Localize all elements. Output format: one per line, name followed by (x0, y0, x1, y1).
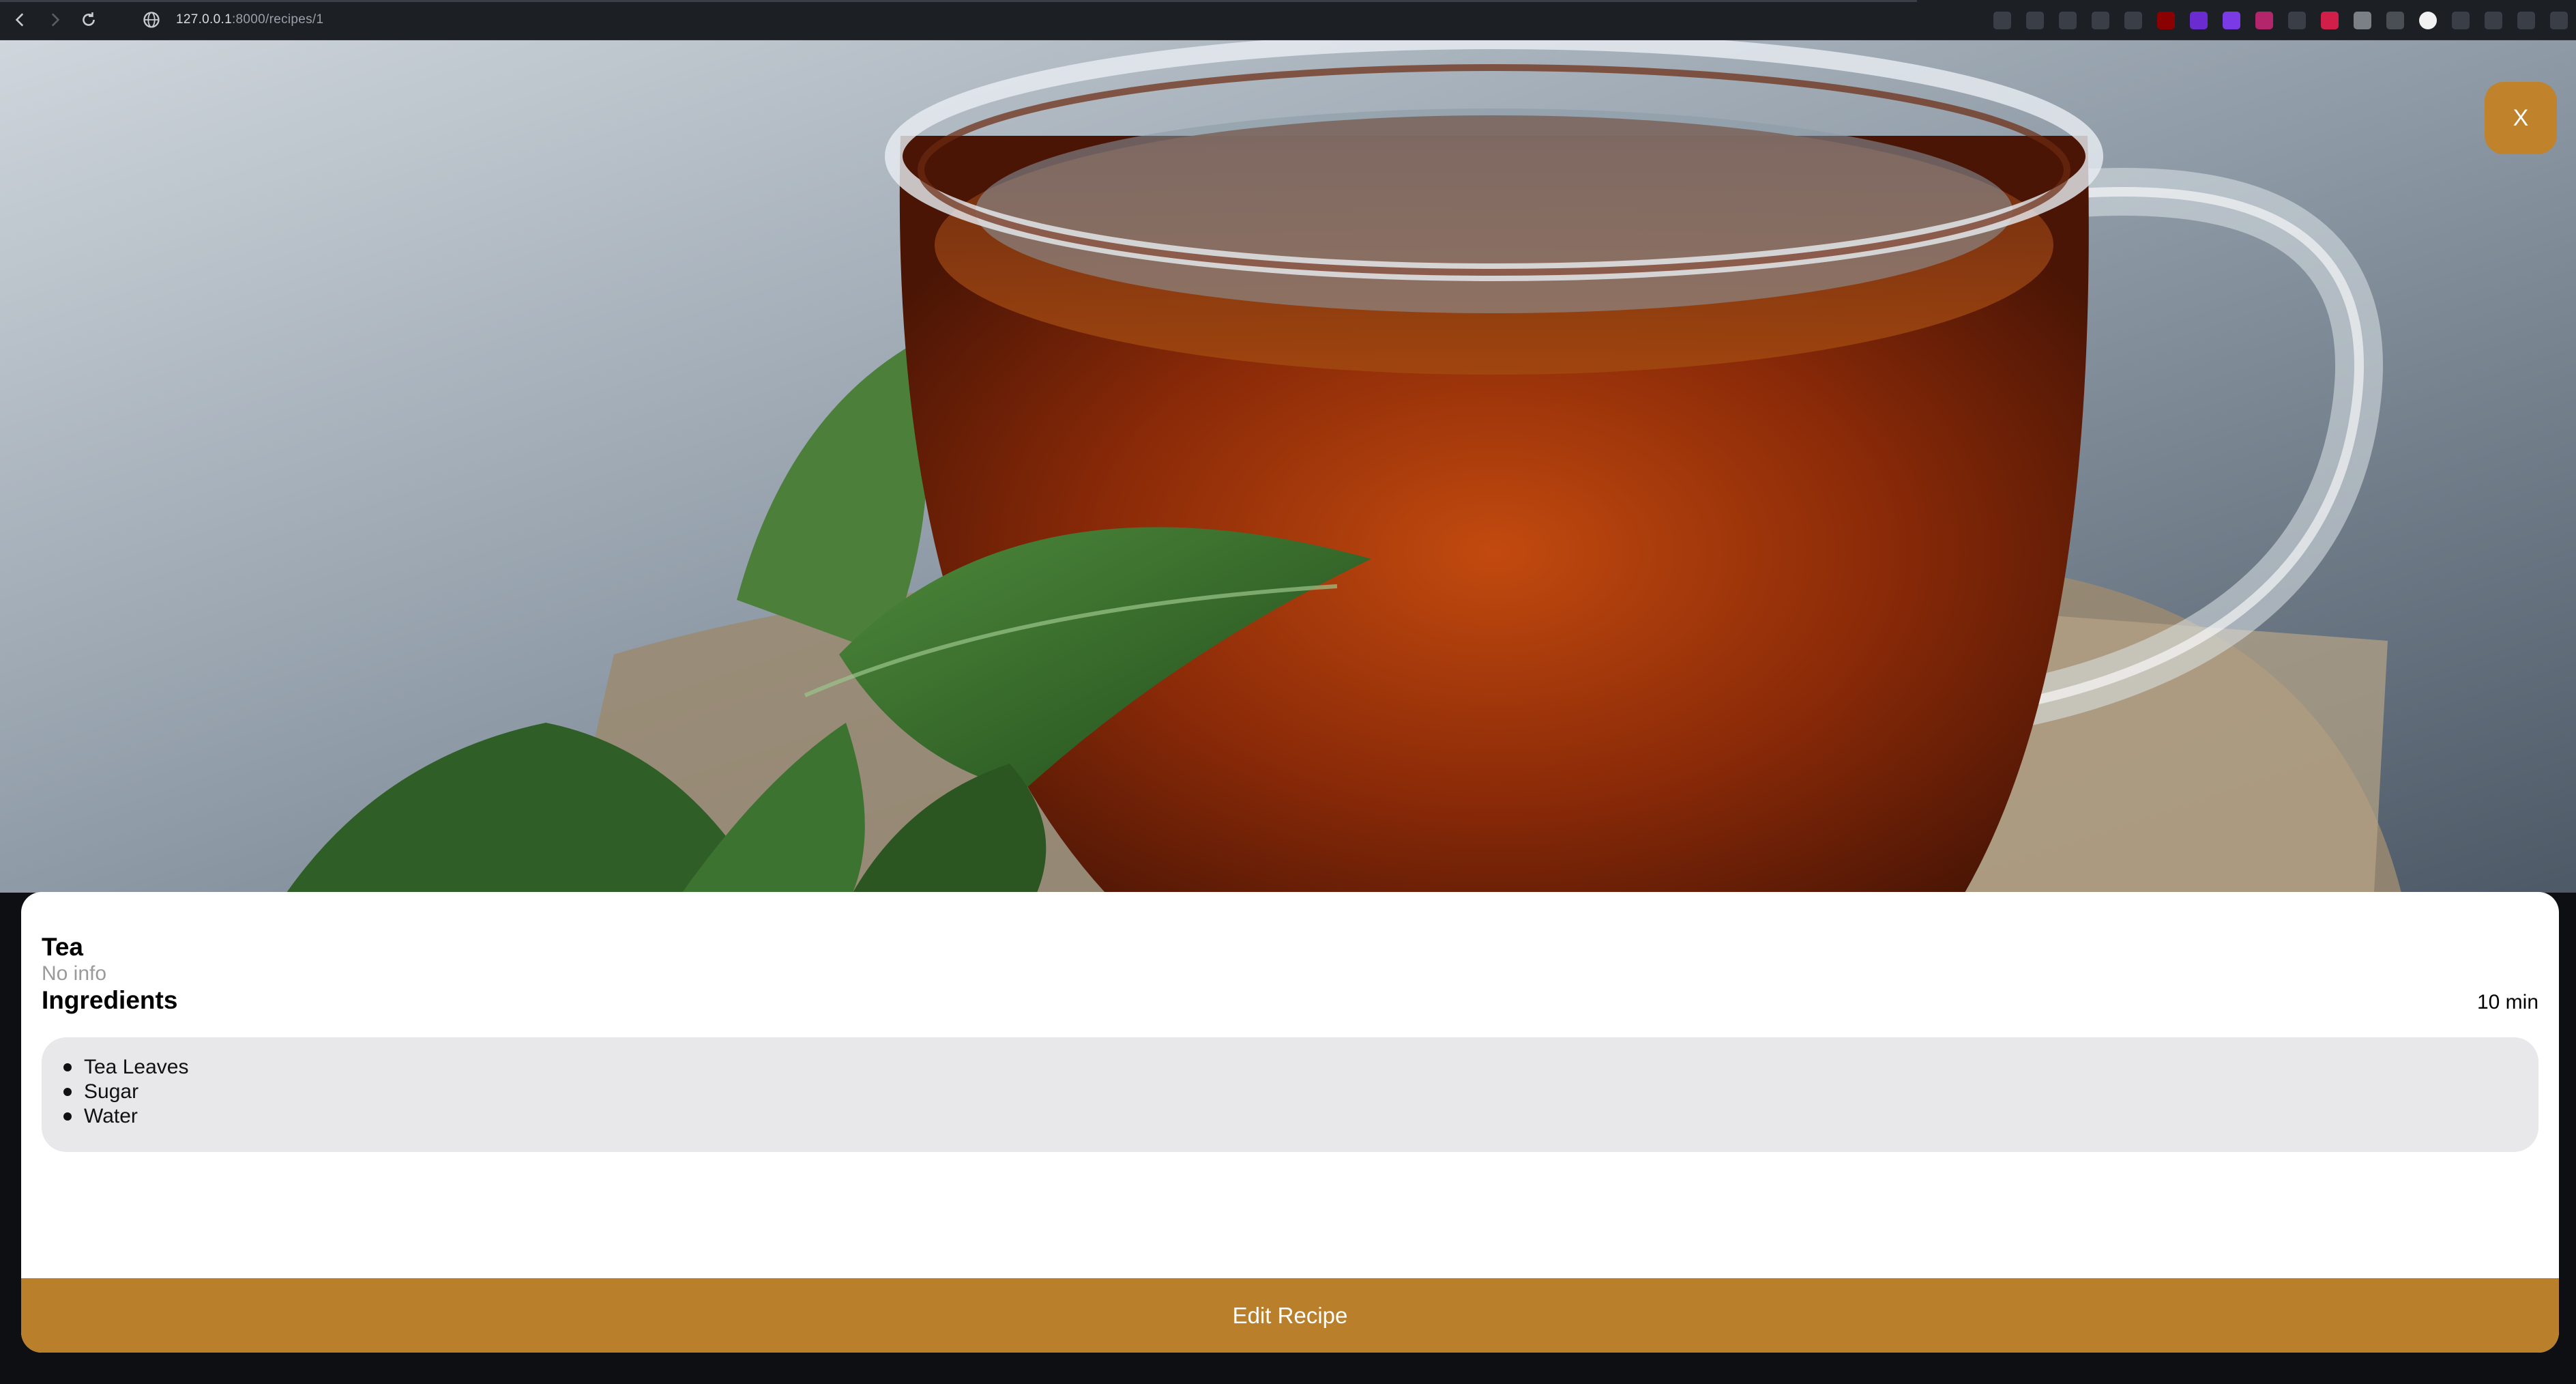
p-extension-icon[interactable] (2190, 11, 2208, 29)
recipe-info: No info (42, 962, 107, 985)
recipe-hero-image (0, 40, 2576, 893)
ingredient-label: Water (84, 1105, 138, 1127)
tile-extension-icon[interactable] (2354, 11, 2371, 29)
menu-icon[interactable] (2550, 11, 2568, 29)
ublock-icon[interactable] (2157, 11, 2175, 29)
ingredient-item: Sugar (62, 1080, 2538, 1104)
download-icon[interactable] (2517, 11, 2535, 29)
recipe-title: Tea (42, 933, 84, 961)
ingredient-item: Water (62, 1104, 2538, 1129)
heart-icon[interactable] (2124, 11, 2142, 29)
bullet-icon (63, 1063, 72, 1071)
extension-toolbar (1978, 0, 2568, 40)
site-info-icon[interactable] (142, 10, 161, 29)
s-extension-icon[interactable] (2419, 11, 2437, 29)
react-icon[interactable] (2288, 11, 2306, 29)
ingredients-heading: Ingredients (42, 986, 178, 1014)
bullet-icon (63, 1112, 72, 1121)
recipe-duration: 10 min (2476, 991, 2538, 1013)
grid-extension-icon[interactable] (2223, 11, 2240, 29)
page-extension-icon[interactable] (2386, 11, 2404, 29)
profile-icon[interactable] (2485, 11, 2502, 29)
recipe-card: Tea No info Ingredients 10 min Tea Leave… (21, 892, 2559, 1353)
color-picker-icon[interactable] (2321, 11, 2339, 29)
reload-icon (83, 12, 95, 26)
ingredient-label: Sugar (84, 1080, 139, 1103)
reload-button[interactable] (75, 6, 102, 33)
back-arrow-icon (15, 13, 24, 27)
ingredient-item: Tea Leaves (62, 1055, 2538, 1080)
close-button[interactable]: X (2485, 82, 2557, 154)
bullet-icon (63, 1088, 72, 1096)
camera-icon[interactable] (2026, 11, 2044, 29)
share-icon[interactable] (1993, 11, 2011, 29)
back-button[interactable] (7, 6, 34, 33)
ingredient-label: Tea Leaves (84, 1056, 189, 1078)
url-host: 127.0.0.1 (176, 12, 232, 27)
forward-button[interactable] (41, 6, 68, 33)
url-path: :8000/recipes/1 (231, 12, 324, 27)
ingredients-list: Tea Leaves Sugar Water (42, 1037, 2538, 1152)
tea-cup-photo (0, 40, 2576, 893)
address-bar[interactable]: 127.0.0.1:8000/recipes/1 (176, 12, 323, 27)
sound-extension-icon[interactable] (2255, 11, 2273, 29)
cube-icon[interactable] (2452, 11, 2470, 29)
send-icon[interactable] (2092, 11, 2109, 29)
edit-recipe-button[interactable]: Edit Recipe (21, 1278, 2559, 1353)
browser-toolbar: 127.0.0.1:8000/recipes/1 (0, 0, 2576, 40)
forward-arrow-icon (51, 13, 60, 27)
loading-indicator (0, 0, 1917, 2)
shield-icon[interactable] (2059, 11, 2077, 29)
